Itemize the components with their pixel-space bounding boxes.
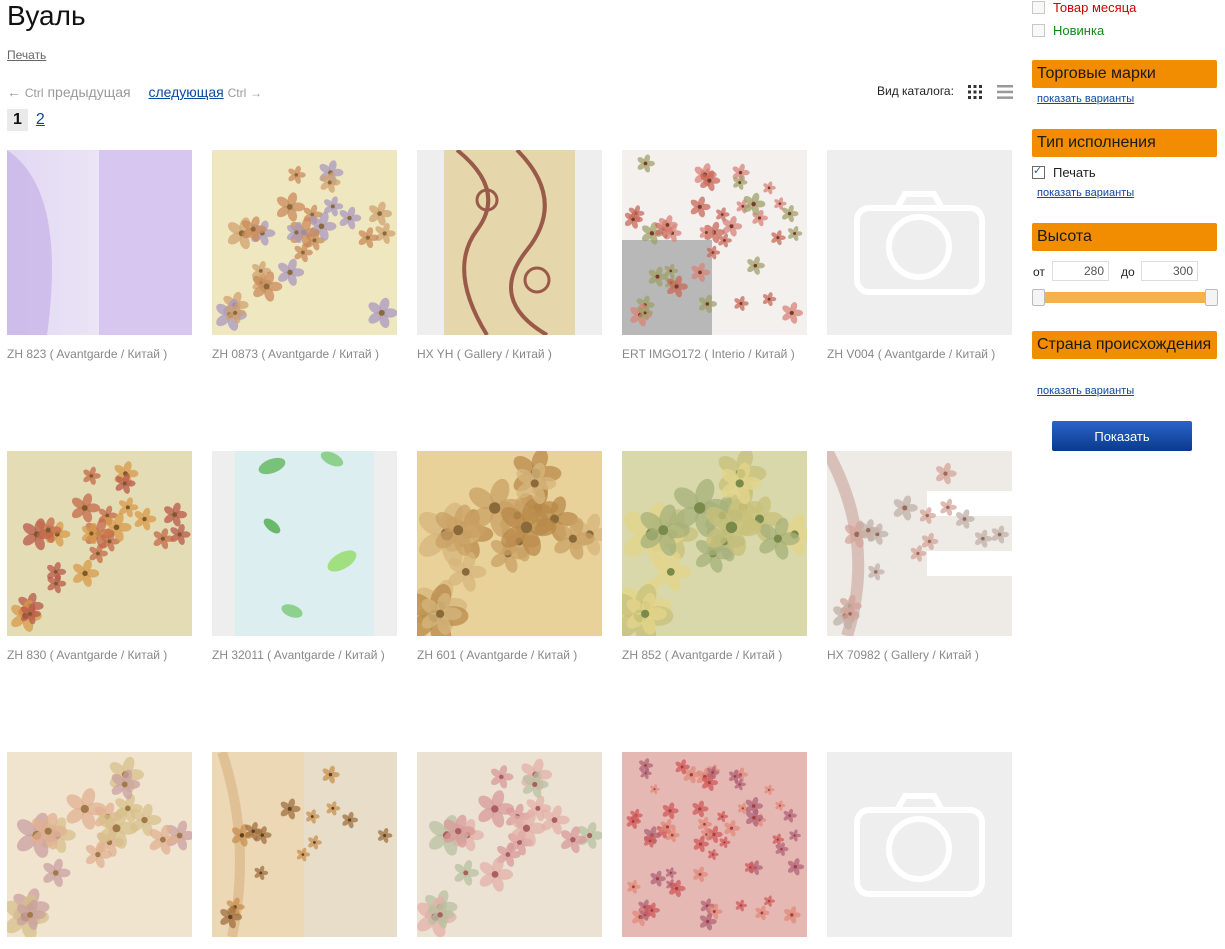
height-from-input[interactable] (1052, 261, 1109, 281)
next-arrow-icon: → (250, 86, 263, 100)
product-caption[interactable]: ZH 852 ( Avantgarde / Китай ) (622, 648, 807, 662)
height-range-slider[interactable] (1032, 289, 1218, 306)
product-image[interactable] (212, 451, 397, 636)
height-header: Высота (1032, 223, 1217, 251)
product-image[interactable] (7, 150, 192, 335)
brands-show-variants[interactable]: показать варианты (1037, 93, 1134, 105)
product-image[interactable] (7, 752, 192, 937)
product-card[interactable]: HX 70982 ( Gallery / Китай ) (827, 451, 1012, 662)
product-caption[interactable]: ZH 32011 ( Avantgarde / Китай ) (212, 648, 397, 662)
product-caption[interactable]: ZH 830 ( Avantgarde / Китай ) (7, 648, 192, 662)
product-card[interactable]: ZH 601 ( Avantgarde / Китай ) (417, 451, 602, 662)
product-caption[interactable]: ZH 823 ( Avantgarde / Китай ) (7, 347, 192, 361)
next-link[interactable]: следующая (148, 84, 223, 100)
filter-new-product[interactable]: Новинка (1032, 23, 1104, 38)
print-checkbox[interactable] (1032, 164, 1045, 179)
page-current: 1 (7, 109, 28, 131)
product-caption[interactable]: ZH 601 ( Avantgarde / Китай ) (417, 648, 602, 662)
height-to-label: до (1121, 265, 1135, 279)
product-card[interactable]: ZH 0873 ( Avantgarde / Китай ) (212, 150, 397, 361)
product-image[interactable] (212, 150, 397, 335)
new-checkbox[interactable] (1032, 24, 1045, 37)
product-image[interactable] (212, 752, 397, 937)
product-image[interactable] (417, 451, 602, 636)
product-image[interactable] (622, 150, 807, 335)
camera-placeholder-icon[interactable] (827, 150, 1012, 335)
prev-arrow-icon: ← (7, 84, 21, 100)
type-header: Тип исполнения (1032, 129, 1217, 157)
product-image[interactable] (7, 451, 192, 636)
slider-min-handle[interactable] (1032, 289, 1045, 306)
product-image[interactable] (622, 451, 807, 636)
product-card[interactable] (827, 752, 1012, 949)
country-show-variants[interactable]: показать варианты (1037, 385, 1134, 397)
product-caption[interactable]: HX YH ( Gallery / Китай ) (417, 347, 602, 361)
show-button[interactable]: Показать (1052, 421, 1192, 451)
product-card[interactable]: ZH V004 ( Avantgarde / Китай ) (827, 150, 1012, 361)
product-card[interactable] (212, 752, 397, 949)
product-image[interactable] (417, 752, 602, 937)
pagination: 12 (7, 109, 45, 131)
new-label: Новинка (1053, 23, 1105, 38)
print-option-label: Печать (1053, 165, 1096, 180)
filter-month-product[interactable]: Товар месяца (1032, 0, 1136, 15)
slider-max-handle[interactable] (1205, 289, 1218, 306)
product-card[interactable] (417, 752, 602, 949)
month-label: Товар месяца (1053, 0, 1137, 15)
product-card[interactable]: ERT IMGO172 ( Interio / Китай ) (622, 150, 807, 361)
month-checkbox[interactable] (1032, 1, 1045, 14)
page-link[interactable]: 2 (36, 111, 45, 128)
height-to-input[interactable] (1141, 261, 1198, 281)
catalog-main: Вуаль Печать ← Ctrl предыдущая следующая… (0, 0, 1020, 937)
camera-placeholder-icon[interactable] (827, 752, 1012, 937)
product-card[interactable] (7, 752, 192, 949)
product-card[interactable]: HX YH ( Gallery / Китай ) (417, 150, 602, 361)
next-ctrl-hint: Ctrl (227, 86, 247, 100)
product-image[interactable] (827, 451, 1012, 636)
product-card[interactable]: ZH 830 ( Avantgarde / Китай ) (7, 451, 192, 662)
page-title: Вуаль (7, 0, 86, 31)
product-caption[interactable]: HX 70982 ( Gallery / Китай ) (827, 648, 1012, 662)
type-option-print[interactable]: Печать (1032, 164, 1096, 180)
product-image[interactable] (417, 150, 602, 335)
height-from-label: от (1033, 265, 1045, 279)
grid-view-icon[interactable] (967, 84, 983, 100)
product-caption[interactable]: ERT IMGO172 ( Interio / Китай ) (622, 347, 807, 361)
prev-ctrl-hint: Ctrl (24, 86, 44, 100)
product-card[interactable]: ZH 823 ( Avantgarde / Китай ) (7, 150, 192, 361)
product-caption[interactable]: ZH V004 ( Avantgarde / Китай ) (827, 347, 1012, 361)
type-show-variants[interactable]: показать варианты (1037, 187, 1134, 199)
product-card[interactable] (622, 752, 807, 949)
product-card[interactable]: ZH 852 ( Avantgarde / Китай ) (622, 451, 807, 662)
prev-link: предыдущая (47, 84, 131, 100)
product-caption[interactable]: ZH 0873 ( Avantgarde / Китай ) (212, 347, 397, 361)
product-image[interactable] (622, 752, 807, 937)
product-card[interactable]: ZH 32011 ( Avantgarde / Китай ) (212, 451, 397, 662)
prev-next-nav: ← Ctrl предыдущая следующая Ctrl → (7, 84, 262, 100)
view-mode-label: Вид каталога: (877, 84, 954, 98)
country-header: Страна происхождения (1032, 331, 1217, 359)
list-view-icon[interactable] (997, 84, 1013, 100)
brands-header: Торговые марки (1032, 60, 1217, 88)
print-link[interactable]: Печать (7, 48, 46, 62)
